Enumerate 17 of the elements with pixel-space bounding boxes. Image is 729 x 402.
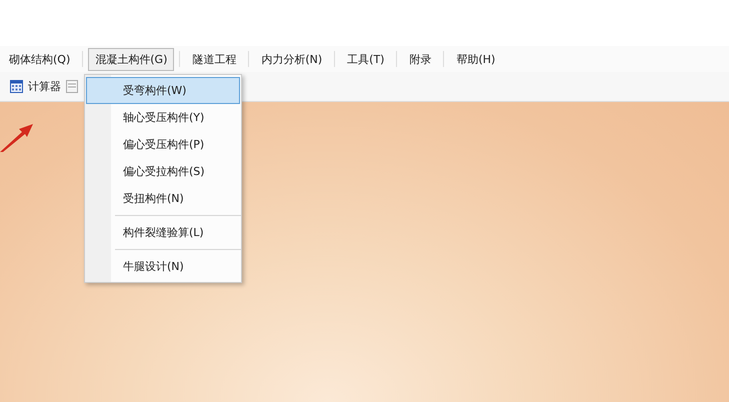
menu-option[interactable]: 构件裂缝验算(L): [86, 219, 240, 246]
arrow-icon: [0, 122, 34, 152]
menu-item[interactable]: 砌体结构(Q): [2, 48, 78, 70]
menu-item[interactable]: 帮助(H): [449, 48, 502, 70]
toolbar-label[interactable]: 计算器: [28, 79, 61, 94]
menu-item[interactable]: 内力分析(N): [254, 48, 330, 70]
menu-item[interactable]: 附录: [402, 48, 438, 70]
menu-option[interactable]: 牛腿设计(N): [86, 253, 240, 280]
menu-option[interactable]: 偏心受拉构件(S): [86, 158, 240, 185]
menu-option[interactable]: 受弯构件(W): [86, 77, 240, 104]
menu-item[interactable]: 隧道工程: [185, 48, 244, 70]
menu-item[interactable]: 混凝土构件(G): [88, 48, 174, 70]
menu-option[interactable]: 受扭构件(N): [86, 185, 240, 212]
menu-item[interactable]: 工具(T): [340, 48, 392, 70]
calculator-icon[interactable]: [10, 80, 23, 93]
menu-option[interactable]: 偏心受压构件(P): [86, 131, 240, 158]
menu-option[interactable]: 轴心受压构件(Y): [86, 104, 240, 131]
